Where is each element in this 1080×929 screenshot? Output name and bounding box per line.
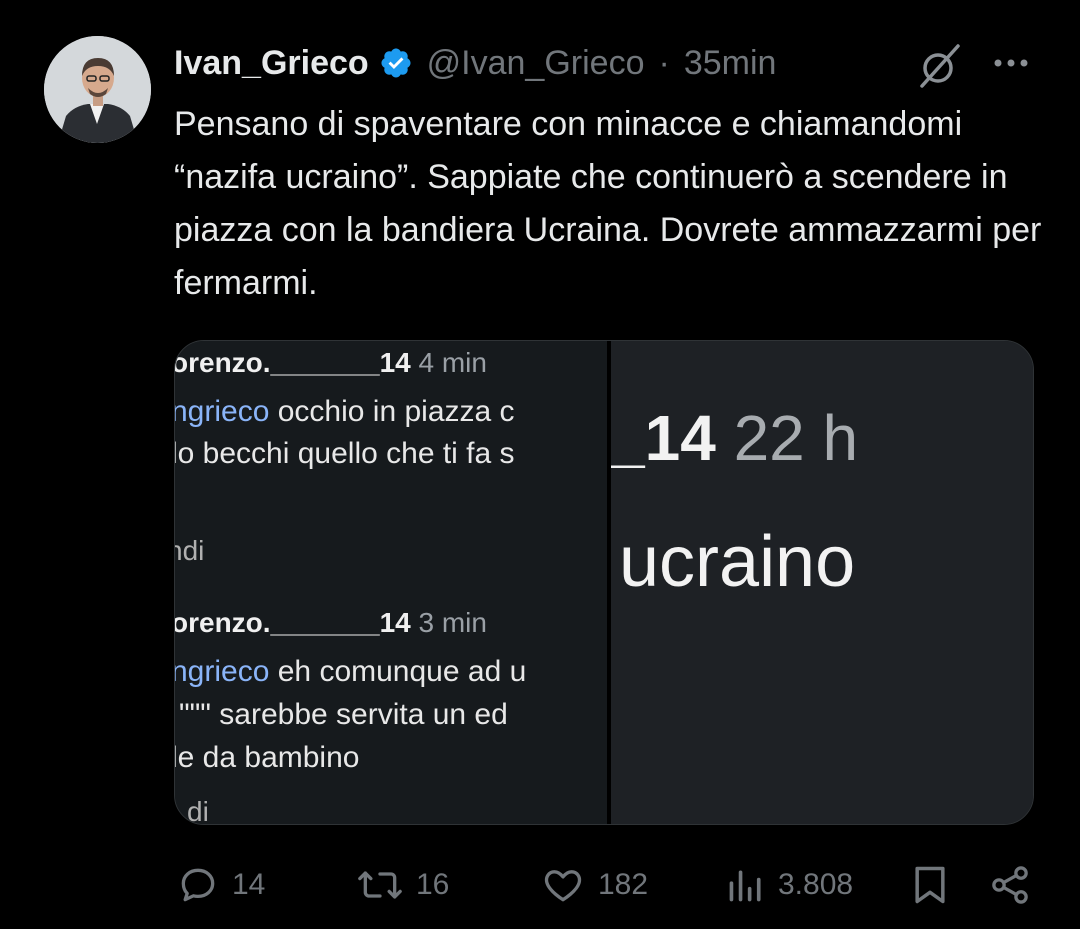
comment-2-header: orenzo._______14 3 min <box>175 607 487 639</box>
separator: · <box>658 43 670 82</box>
comment-2-line-3: le da bambino <box>175 741 360 774</box>
screenshot-comments: orenzo._______14 4 min ngrieco occhio in… <box>175 341 607 825</box>
comment-1-user: orenzo._______14 <box>175 347 411 378</box>
like-count: 182 <box>598 868 649 901</box>
zoom-user: _14 <box>611 402 716 474</box>
more-icon[interactable] <box>990 50 1032 76</box>
comment-2-text-1: eh comunque ad u <box>269 655 527 688</box>
share-icon <box>992 866 1028 904</box>
reply-count: 14 <box>232 868 266 901</box>
zoom-header: _14 22 h <box>611 401 858 475</box>
comment-1-text-1: occhio in piazza c <box>269 395 515 428</box>
reply-button[interactable]: 14 <box>176 856 265 914</box>
comment-2-line-2: """ sarebbe servita un ed <box>179 698 508 731</box>
avatar[interactable] <box>44 36 151 143</box>
zoom-time: 22 h <box>733 402 859 474</box>
action-bar: 14 16 182 3.808 <box>0 856 1080 916</box>
views-icon <box>729 870 761 902</box>
timestamp[interactable]: 35min <box>684 44 777 83</box>
share-button[interactable] <box>988 856 1032 914</box>
bookmark-icon <box>915 866 945 904</box>
display-name[interactable]: Ivan_Grieco <box>174 44 369 83</box>
comment-1-header: orenzo._______14 4 min <box>175 347 487 379</box>
screenshot-zoom: _14 22 h ucraino <box>611 341 1033 824</box>
handle[interactable]: @Ivan_Grieco <box>427 44 645 83</box>
comment-2-line-1: ngrieco eh comunque ad u <box>175 655 526 689</box>
verified-badge-icon <box>381 48 411 78</box>
comment-1-line-1: ngrieco occhio in piazza c <box>175 395 515 429</box>
comment-2-mention: ngrieco <box>175 655 270 688</box>
zoom-word: ucraino <box>619 522 856 602</box>
comment-2-time: 3 min <box>418 607 487 638</box>
retweet-icon <box>358 871 402 899</box>
tweet-media[interactable]: orenzo._______14 4 min ngrieco occhio in… <box>174 340 1034 825</box>
views-button[interactable]: 3.808 <box>726 856 853 914</box>
reply-icon <box>181 868 215 902</box>
avatar-photo <box>44 36 151 143</box>
tweet-text: Pensano di spaventare con minacce e chia… <box>174 105 1042 302</box>
comment-1-time: 4 min <box>418 347 487 378</box>
comment-2-reply: di <box>187 796 209 825</box>
comment-1-reply: ndi <box>175 535 205 566</box>
view-count: 3.808 <box>778 868 854 901</box>
comment-2-user: orenzo._______14 <box>175 607 411 638</box>
like-button[interactable]: 182 <box>540 856 648 914</box>
retweet-count: 16 <box>416 868 450 901</box>
comment-1-line-2: lo becchi quello che ti fa s <box>175 437 515 470</box>
like-icon <box>544 870 582 902</box>
comment-1-mention: ngrieco <box>175 395 270 428</box>
bookmark-button[interactable] <box>910 856 950 914</box>
tweet-header: Ivan_Grieco @Ivan_Grieco · 35min <box>174 38 776 88</box>
grok-icon[interactable] <box>914 40 966 92</box>
retweet-button[interactable]: 16 <box>356 856 449 914</box>
